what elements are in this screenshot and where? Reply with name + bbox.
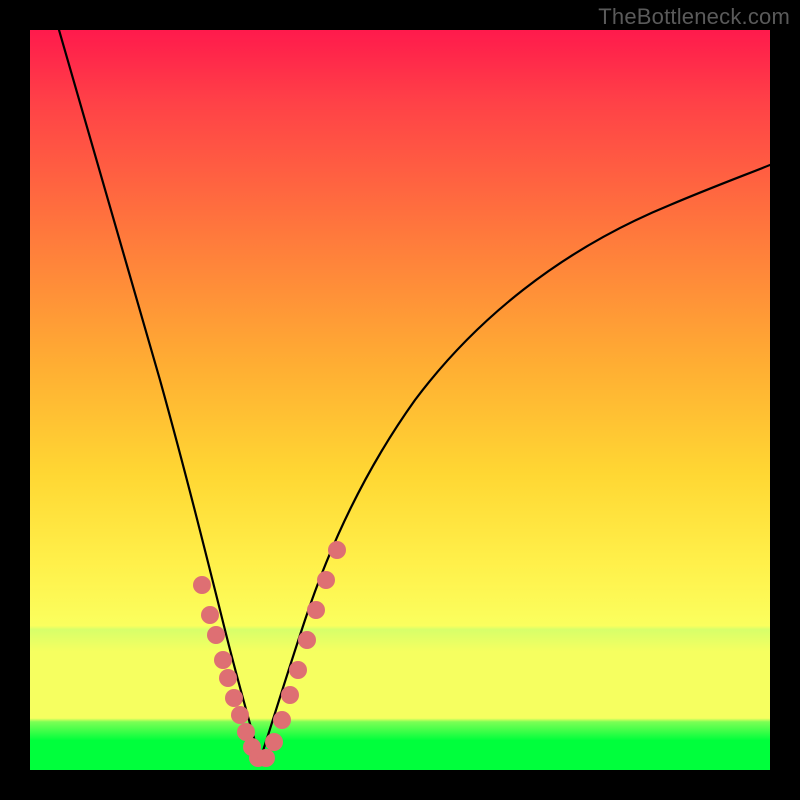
- curve-paths: [59, 30, 770, 760]
- data-point-dot: [317, 571, 335, 589]
- chart-plot-area: [30, 30, 770, 770]
- data-point-dot: [225, 689, 243, 707]
- data-point-dot: [265, 733, 283, 751]
- data-point-dot: [231, 706, 249, 724]
- data-point-dot: [307, 601, 325, 619]
- data-point-dot: [328, 541, 346, 559]
- data-point-dot: [281, 686, 299, 704]
- data-point-dot: [257, 749, 275, 767]
- data-point-dot: [201, 606, 219, 624]
- watermark-text: TheBottleneck.com: [598, 4, 790, 30]
- bottleneck-curve: [30, 30, 770, 770]
- data-point-dot: [207, 626, 225, 644]
- curve-left-branch: [59, 30, 260, 760]
- data-point-dot: [193, 576, 211, 594]
- curve-right-branch: [260, 165, 770, 760]
- data-point-dot: [214, 651, 232, 669]
- data-point-dot: [298, 631, 316, 649]
- data-point-dot: [219, 669, 237, 687]
- data-point-dot: [273, 711, 291, 729]
- data-point-dot: [289, 661, 307, 679]
